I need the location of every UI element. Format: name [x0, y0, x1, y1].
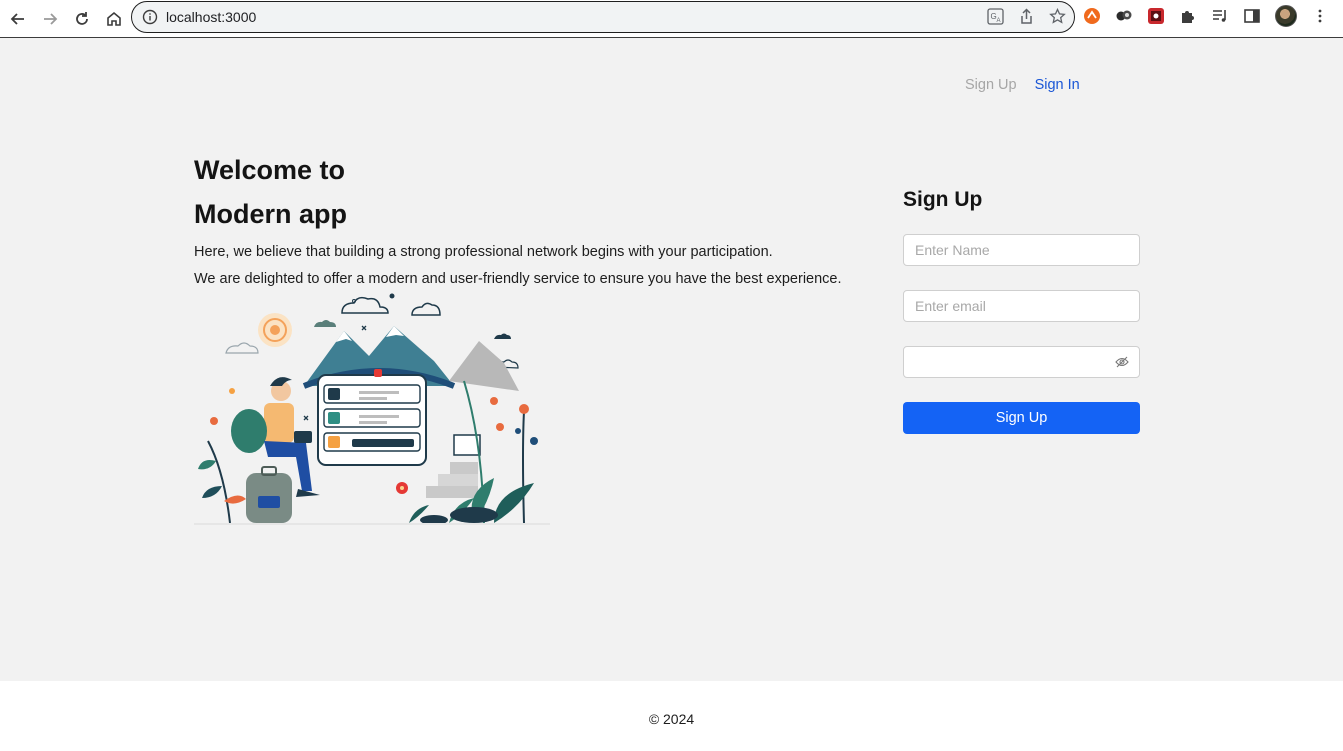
eye-invisible-icon[interactable]: [1115, 355, 1129, 369]
nav-signup-link[interactable]: Sign Up: [965, 77, 1017, 93]
extensions-button[interactable]: [1179, 7, 1197, 25]
extension-red-icon: [1148, 8, 1164, 24]
home-icon: [107, 11, 121, 26]
hero-title-line1: Welcome to: [194, 155, 346, 185]
hero-paragraph-2: We are delighted to offer a modern and u…: [194, 271, 842, 287]
browser-menu-button[interactable]: [1311, 7, 1329, 25]
extensions-bar: [1083, 5, 1329, 27]
hero-paragraph-1: Here, we believe that building a strong …: [194, 244, 773, 260]
forward-icon: [44, 12, 58, 25]
name-field: [903, 234, 1140, 266]
side-panel-button[interactable]: [1243, 7, 1261, 25]
extension-circles-icon: [1116, 10, 1132, 21]
svg-text:A: A: [997, 18, 1001, 24]
share-icon[interactable]: [1018, 8, 1035, 25]
hero-title-line2: Modern app: [194, 199, 347, 229]
email-input[interactable]: [904, 291, 1139, 321]
profile-avatar[interactable]: [1275, 5, 1297, 27]
side-panel-icon: [1244, 9, 1260, 23]
email-field: [903, 290, 1140, 322]
hero-title: Welcome to Modern app: [194, 148, 874, 236]
browser-toolbar: localhost:3000 GA: [0, 0, 1343, 38]
extension-orange-icon: [1084, 8, 1100, 24]
signup-submit-button[interactable]: Sign Up: [903, 402, 1140, 434]
puzzle-icon: [1182, 11, 1194, 23]
reload-button[interactable]: [68, 5, 96, 33]
form-title: Sign Up: [903, 188, 983, 211]
signup-form: Sign Up Sign Up: [903, 188, 1140, 434]
footer: © 2024: [0, 681, 1343, 751]
extension-red-button[interactable]: [1147, 7, 1165, 25]
top-nav: Sign Up Sign In: [965, 77, 1080, 93]
back-button[interactable]: [4, 5, 32, 33]
copyright-text: © 2024: [648, 711, 695, 727]
back-icon: [10, 12, 24, 25]
name-input[interactable]: [904, 235, 1139, 265]
info-icon[interactable]: [142, 9, 158, 25]
extension-orange-button[interactable]: [1083, 7, 1101, 25]
hero-illustration: [194, 293, 550, 525]
password-field: [903, 346, 1140, 378]
extension-circles-button[interactable]: [1115, 7, 1133, 25]
url-text[interactable]: localhost:3000: [166, 9, 256, 25]
hero-section: Welcome to Modern app Here, we believe t…: [194, 148, 874, 293]
media-icon: [1213, 10, 1226, 22]
home-button[interactable]: [100, 5, 128, 33]
nav-signin-link[interactable]: Sign In: [1035, 77, 1080, 93]
translate-icon[interactable]: GA: [987, 8, 1004, 25]
media-control-button[interactable]: [1211, 7, 1229, 25]
menu-icon: [1318, 9, 1322, 23]
reload-icon: [76, 11, 88, 25]
password-input[interactable]: [904, 347, 1139, 377]
bookmark-star-icon[interactable]: [1049, 8, 1066, 25]
forward-button[interactable]: [36, 5, 64, 33]
address-bar[interactable]: localhost:3000 GA: [131, 1, 1075, 33]
